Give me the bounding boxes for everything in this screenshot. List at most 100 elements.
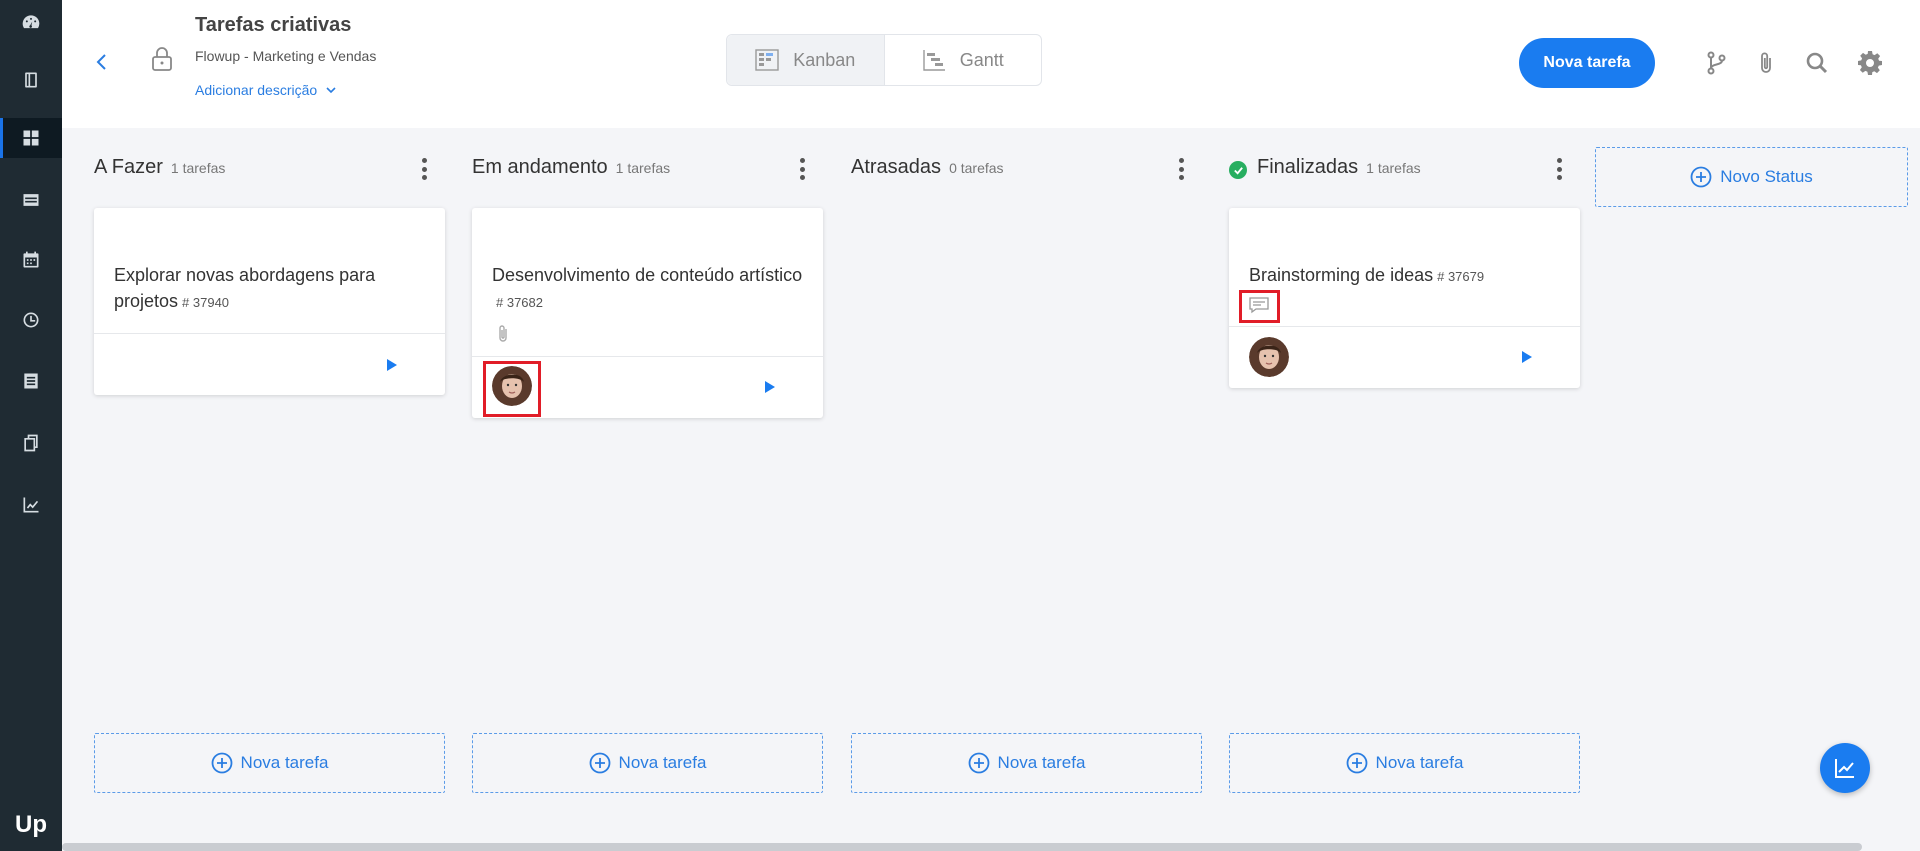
attachments-button[interactable] — [1753, 50, 1779, 76]
copy-icon — [24, 434, 38, 452]
add-task-label: Nova tarefa — [240, 753, 329, 772]
assignee-avatar[interactable] — [1249, 337, 1289, 377]
column-count: 1 tarefas — [1366, 160, 1421, 176]
tab-gantt[interactable]: Gantt — [885, 35, 1042, 85]
grid-icon — [23, 130, 39, 146]
tab-kanban-label: Kanban — [793, 49, 856, 70]
search-button[interactable] — [1804, 50, 1830, 76]
plus-circle-icon — [589, 752, 610, 774]
branch-button[interactable] — [1703, 50, 1729, 76]
gear-icon — [1858, 51, 1882, 75]
column-header-overdue: Atrasadas 0 tarefas — [851, 156, 1004, 184]
task-id: # 37940 — [182, 295, 230, 310]
column-count: 0 tarefas — [949, 160, 1004, 176]
calendar-icon — [23, 251, 39, 268]
sidebar-item-calendar[interactable] — [0, 240, 62, 280]
play-icon — [387, 359, 397, 371]
table-icon — [23, 194, 39, 206]
sidebar-item-kanban[interactable] — [0, 118, 62, 158]
analytics-fab-button[interactable] — [1820, 743, 1870, 793]
column-header-todo: A Fazer 1 tarefas — [94, 156, 225, 184]
dashboard-icon — [22, 15, 40, 29]
project-subtitle: Flowup - Marketing e Vendas — [195, 48, 377, 64]
clock-icon — [23, 312, 39, 328]
chevron-left-icon — [96, 54, 106, 70]
card-divider — [1229, 326, 1580, 327]
tab-gantt-label: Gantt — [959, 49, 1004, 70]
plus-circle-icon — [968, 752, 989, 774]
sidebar-item-documents[interactable] — [0, 423, 62, 463]
column-menu-button[interactable] — [1554, 156, 1564, 182]
app-logo[interactable]: Up — [0, 811, 62, 839]
sidebar-item-analytics[interactable] — [0, 485, 62, 525]
highlight-box — [1239, 290, 1280, 323]
new-status-label: Novo Status — [1720, 167, 1813, 186]
sidebar-item-dashboard[interactable] — [0, 2, 62, 42]
horizontal-scrollbar[interactable] — [62, 843, 1862, 851]
sidebar: Up — [0, 0, 62, 851]
check-circle-icon — [1229, 161, 1247, 179]
task-id: # 37679 — [1437, 269, 1485, 284]
column-menu-button[interactable] — [419, 156, 429, 182]
task-card[interactable]: Explorar novas abordagens para projetos #… — [94, 208, 445, 395]
play-icon — [765, 381, 775, 393]
new-task-button[interactable]: Nova tarefa — [1519, 38, 1655, 88]
column-name: A Fazer — [94, 156, 163, 178]
start-timer-button[interactable] — [1521, 350, 1533, 364]
add-description-link[interactable]: Adicionar descrição — [195, 82, 337, 98]
view-toggle: Kanban Gantt — [726, 34, 1042, 86]
column-menu-button[interactable] — [797, 156, 807, 182]
add-task-label: Nova tarefa — [618, 753, 707, 772]
chart-icon — [23, 497, 39, 513]
list-icon — [24, 373, 38, 389]
plus-circle-icon — [211, 752, 232, 774]
card-divider — [94, 333, 445, 334]
column-name: Atrasadas — [851, 156, 942, 178]
search-icon — [1806, 52, 1828, 74]
task-id: # 37682 — [496, 295, 543, 310]
gantt-icon — [923, 50, 945, 71]
book-icon — [25, 72, 37, 88]
chart-line-icon — [1835, 759, 1854, 778]
add-description-label: Adicionar descrição — [195, 82, 318, 98]
add-task-button[interactable]: Nova tarefa — [472, 733, 823, 793]
column-count: 1 tarefas — [615, 160, 671, 176]
add-task-button[interactable]: Nova tarefa — [851, 733, 1202, 793]
settings-button[interactable] — [1857, 50, 1883, 76]
back-button[interactable] — [92, 52, 112, 72]
start-timer-button[interactable] — [764, 380, 776, 394]
column-header-done: Finalizadas 1 tarefas — [1229, 156, 1421, 184]
play-icon — [1522, 351, 1532, 363]
sidebar-item-table[interactable] — [0, 180, 62, 220]
start-timer-button[interactable] — [386, 358, 398, 372]
column-name: Finalizadas — [1257, 156, 1359, 178]
add-task-button[interactable]: Nova tarefa — [94, 733, 445, 793]
sidebar-item-reports[interactable] — [0, 361, 62, 401]
tab-kanban[interactable]: Kanban — [727, 35, 885, 85]
lock-icon[interactable] — [150, 46, 174, 72]
task-title: Desenvolvimento de conteúdo artístico — [492, 265, 803, 285]
task-title: Brainstorming de ideas — [1249, 265, 1434, 285]
sidebar-item-time[interactable] — [0, 300, 62, 340]
plus-circle-icon — [1690, 166, 1712, 188]
add-task-label: Nova tarefa — [1375, 753, 1464, 772]
chevron-down-icon — [326, 87, 336, 94]
new-status-button[interactable]: Novo Status — [1595, 147, 1908, 207]
plus-circle-icon — [1346, 752, 1367, 774]
highlight-box — [483, 361, 541, 417]
column-name: Em andamento — [472, 156, 608, 178]
add-task-button[interactable]: Nova tarefa — [1229, 733, 1580, 793]
task-card[interactable]: Brainstorming de ideas # 37679 — [1229, 208, 1580, 388]
column-header-in-progress: Em andamento 1 tarefas — [472, 156, 670, 184]
column-menu-button[interactable] — [1176, 156, 1186, 182]
task-title: Explorar novas abordagens para projetos — [114, 265, 376, 311]
column-count: 1 tarefas — [170, 160, 226, 176]
sidebar-item-projects[interactable] — [0, 60, 62, 100]
kanban-icon — [755, 49, 779, 71]
page-title: Tarefas criativas — [195, 14, 352, 36]
header: Tarefas criativas Flowup - Marketing e V… — [62, 0, 1920, 128]
task-title-wrap: Brainstorming de ideas # 37679 — [1249, 262, 1569, 290]
branch-icon — [1707, 51, 1726, 75]
paperclip-icon — [496, 324, 510, 344]
task-title-wrap: Explorar novas abordagens para projetos #… — [114, 262, 434, 316]
